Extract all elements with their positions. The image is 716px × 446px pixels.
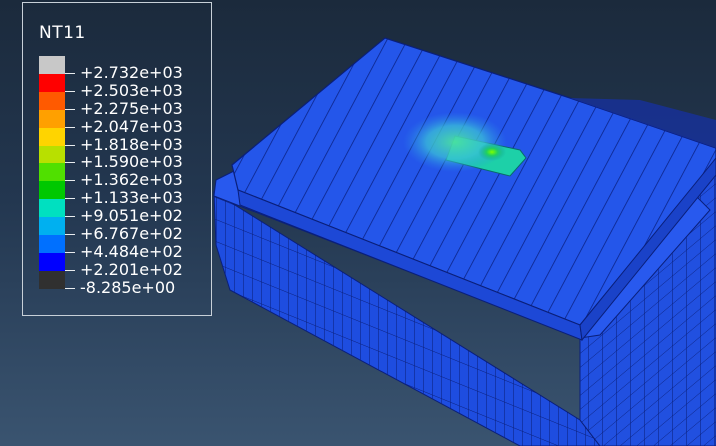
- legend-swatch: [39, 217, 65, 236]
- legend-tick: [65, 234, 75, 235]
- legend-tick: [65, 90, 75, 92]
- legend-swatch: [39, 127, 65, 146]
- legend-label: +4.484e+02: [80, 241, 183, 261]
- legend-tick: [65, 251, 75, 253]
- legend-label: +2.201e+02: [80, 259, 183, 279]
- legend-label: +1.133e+03: [80, 188, 183, 208]
- legend-swatch: [39, 73, 65, 92]
- legend-swatch: [39, 145, 65, 164]
- legend-tick: [65, 198, 75, 200]
- legend-label: +1.818e+03: [80, 134, 183, 154]
- legend-swatch: [39, 109, 65, 128]
- legend-label: +1.590e+03: [80, 152, 183, 172]
- legend-label: +1.362e+03: [80, 170, 183, 190]
- legend-label: +6.767e+02: [80, 224, 183, 243]
- legend-title: NT11: [39, 23, 86, 43]
- legend-label: +2.275e+03: [80, 98, 183, 118]
- legend-tick: [65, 144, 75, 146]
- legend-tick: [65, 126, 75, 128]
- legend-tick: [65, 269, 75, 271]
- legend-label: +2.732e+03: [80, 62, 183, 82]
- heat-affected-zone: [403, 112, 507, 172]
- legend-swatch: [39, 235, 65, 253]
- legend-swatch: [39, 56, 65, 74]
- legend-swatch: [39, 270, 65, 289]
- heat-source-hotspot: [478, 143, 506, 161]
- legend-tick: [65, 108, 75, 110]
- legend-tick: [65, 287, 75, 289]
- legend-label: +9.051e+02: [80, 206, 183, 226]
- contour-legend: NT11 +2.732e+03 +2.503e+03 +2.275e+03 +2.04…: [22, 2, 212, 316]
- legend-swatch: [39, 91, 65, 110]
- legend-swatch: [39, 181, 65, 200]
- legend-swatch: [39, 252, 65, 271]
- legend-tick: [65, 162, 75, 164]
- legend-label: -8.285e+00: [80, 277, 176, 297]
- legend-swatch: [39, 199, 65, 218]
- legend-tick: [65, 216, 75, 218]
- legend-tick: [65, 180, 75, 182]
- legend-swatch: [39, 163, 65, 182]
- legend-tick: [65, 72, 75, 74]
- legend-label: +2.047e+03: [80, 116, 183, 136]
- legend-label: +2.503e+03: [80, 80, 183, 100]
